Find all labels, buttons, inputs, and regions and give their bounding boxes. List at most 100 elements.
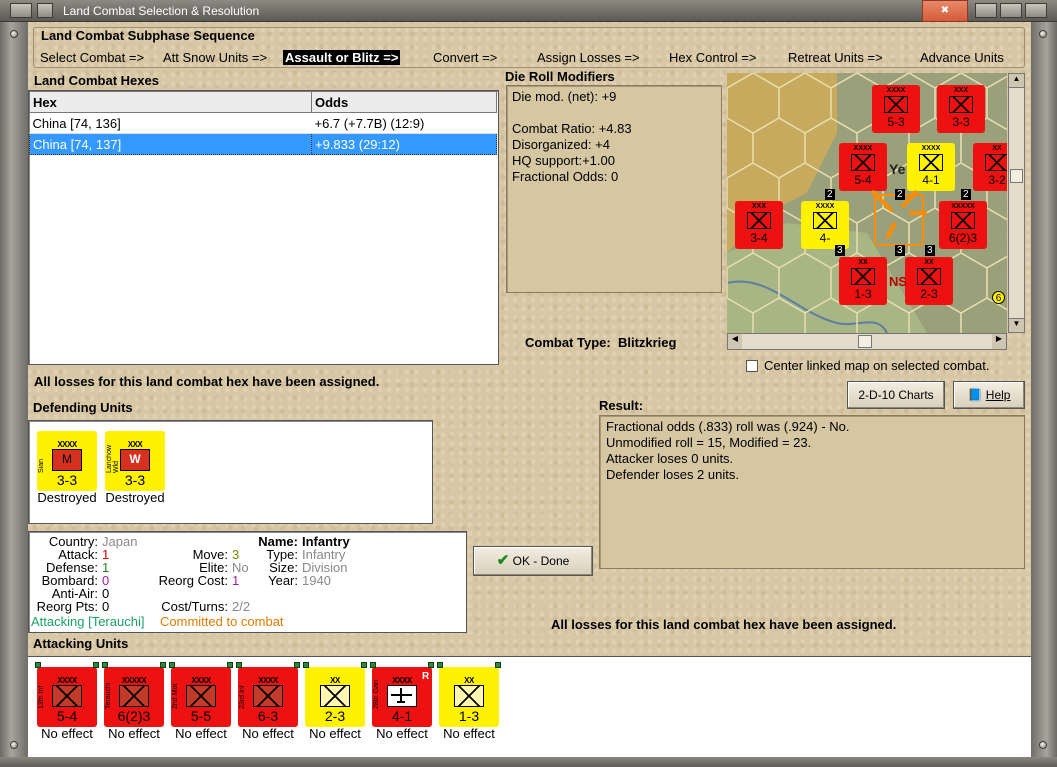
map-unit-counter[interactable]: XX 3-2 [973,143,1007,191]
unit-size-label: XXXX [57,440,77,449]
defending-title: Defending Units [33,400,133,415]
hexes-table: Hex Odds China [74, 136] +6.7 (+7.7B) (12… [29,91,497,155]
infantry-icon [884,96,908,113]
attacking-unit-counter[interactable]: XX 1-3 [437,662,501,727]
attacking-unit-counter[interactable]: XX 2-3 [303,662,367,727]
subphase-step-5[interactable]: Hex Control => [669,50,756,65]
map-unit-counter[interactable]: XXX 3-4 [735,201,783,249]
odds-cell[interactable]: +6.7 (+7.7B) (12:9) [311,112,497,134]
subphase-step-3[interactable]: Convert => [433,50,497,65]
map-vscrollbar[interactable]: ▲ ▼ [1008,73,1025,333]
unit-size-label: XXXX [191,676,211,685]
unit-strength: 5-5 [190,708,212,724]
close-button[interactable]: ✖ [922,0,968,22]
minimize-icon[interactable] [975,3,997,18]
defending-unit-counter[interactable]: XXX Lanchow Wld W 3-3 [105,431,165,491]
status-pip-icon [437,662,443,668]
infantry-icon [851,268,875,285]
unit-strength: 2-3 [324,708,346,724]
help-book-icon: 📘 [967,388,983,402]
frame-bottom [0,757,1057,767]
map-unit-size: XXXX [886,87,906,94]
subphase-step-7[interactable]: Advance Units [920,50,1004,65]
map-unit-counter[interactable]: XX 2-3 [905,257,953,305]
linked-map[interactable]: XXXX 5-3 XXX 3-3 XXXX 5-4 XXXX 4-1 XX 3-2 XXX 3-4 XX… [727,73,1007,333]
status-pip-icon [236,662,242,668]
map-unit-strength: 5-3 [887,115,905,129]
attacking-unit-counter[interactable]: XXXX 28th Garr 4-1 R [370,662,434,727]
info-year-value: 1940 [302,573,331,588]
result-title: Result: [599,398,644,413]
infantry-icon [985,154,1007,171]
subphase-step-2[interactable]: Assault or Blitz => [283,50,401,65]
ok-done-button[interactable]: ✔ OK - Done [473,546,593,576]
status-pip-icon [361,662,367,668]
map-unit-size: XX [924,259,934,266]
hex-cell[interactable]: China [74, 136] [29,112,312,134]
status-pip-icon [160,662,166,668]
maximize-icon[interactable] [1000,3,1022,18]
map-stack-count: 2 [961,189,971,200]
status-pip-icon [35,662,41,668]
center-map-checkbox[interactable] [746,360,758,372]
restore-icon[interactable] [37,3,53,18]
losses-message: All losses for this land combat hex have… [34,374,380,389]
info-committed-label: Committed to combat [160,614,284,629]
map-unit-counter[interactable]: XXX 3-3 [937,85,985,133]
defending-unit-counter[interactable]: XXXX Sian M 3-3 [37,431,97,491]
map-unit-size: XXX [751,203,766,210]
map-unit-strength: 4- [819,231,831,245]
combat-type-label: Combat Type: [525,335,611,350]
attacking-panel: XXXX 13th Inf 5-4 No effect XXXXX Terauchi 6(2… [28,656,1031,757]
map-unit-counter[interactable]: XX 1-3 [839,257,887,305]
ok-done-label: OK - Done [512,554,570,568]
help-button[interactable]: 📘 Help [953,381,1025,409]
map-unit-counter[interactable]: XXXXX 6(2)3 [939,201,987,249]
map-hscrollbar[interactable]: ◀ ▶ [727,333,1007,350]
attacking-unit-counter[interactable]: XXXXX Terauchi 6(2)3 [102,662,166,727]
map-unit-counter[interactable]: XXXX 5-3 [872,85,920,133]
scroll-down-arrow[interactable]: ▼ [1009,318,1024,332]
subphase-step-1[interactable]: Att Snow Units => [163,50,267,65]
combat-type-value: Blitzkrieg [617,335,677,350]
extra-icon[interactable] [1025,3,1047,18]
scroll-right-arrow[interactable]: ▶ [992,334,1006,349]
map-unit-strength: 3-4 [750,231,768,245]
hex-row[interactable]: China [74, 136] +6.7 (+7.7B) (12:9) [29,112,497,134]
hex-row[interactable]: China [74, 137] +9.833 (29:12) [29,133,497,155]
odds-cell[interactable]: +9.833 (29:12) [311,133,497,155]
col-odds[interactable]: Odds [311,91,497,113]
charts-button[interactable]: 2-D-10 Charts [847,381,945,409]
unit-size-label: XXXX [258,676,278,685]
window-menu-icon[interactable] [10,3,32,18]
mod-ratio: Combat Ratio: +4.83 [512,121,632,136]
scroll-left-arrow[interactable]: ◀ [728,334,742,349]
scroll-thumb[interactable] [858,335,872,348]
info-year-key: Year: [268,573,298,588]
attacking-unit-counter[interactable]: XXXX 23rd Inf 6-3 [236,662,300,727]
mod-frac: Fractional Odds: 0 [512,169,619,184]
status-pip-icon [370,662,376,668]
subphase-step-0[interactable]: Select Combat => [40,50,144,65]
attacking-unit-counter[interactable]: XXXX 2nd Mot 5-5 [169,662,233,727]
info-turns-key: Cost/Turns: [161,599,228,614]
subphase-step-4[interactable]: Assign Losses => [537,50,640,65]
map-unit-strength: 1-3 [854,287,872,301]
unit-size-label: XXXXX [121,676,147,685]
subphase-step-6[interactable]: Retreat Units => [788,50,883,65]
col-hex[interactable]: Hex [29,91,312,113]
scroll-thumb[interactable] [1010,169,1023,183]
unit-size-label: XX [330,676,340,685]
map-unit-strength: 2-3 [920,287,938,301]
attacking-title: Attacking Units [33,636,129,651]
infantry-icon [951,212,975,229]
unit-strength: 5-4 [56,708,78,724]
subphase-title: Land Combat Subphase Sequence [41,28,255,43]
scroll-up-arrow[interactable]: ▲ [1009,74,1024,88]
attacking-unit-counter[interactable]: XXXX 13th Inf 5-4 [35,662,99,727]
unit-name-label: 23rd Inf [239,685,246,709]
hex-cell[interactable]: China [74, 137] [29,133,312,155]
unit-name-label: Lanchow Wld [106,444,120,473]
map-unit-counter[interactable]: XXXX 4- [801,201,849,249]
map-stack-count: 2 [825,189,835,200]
